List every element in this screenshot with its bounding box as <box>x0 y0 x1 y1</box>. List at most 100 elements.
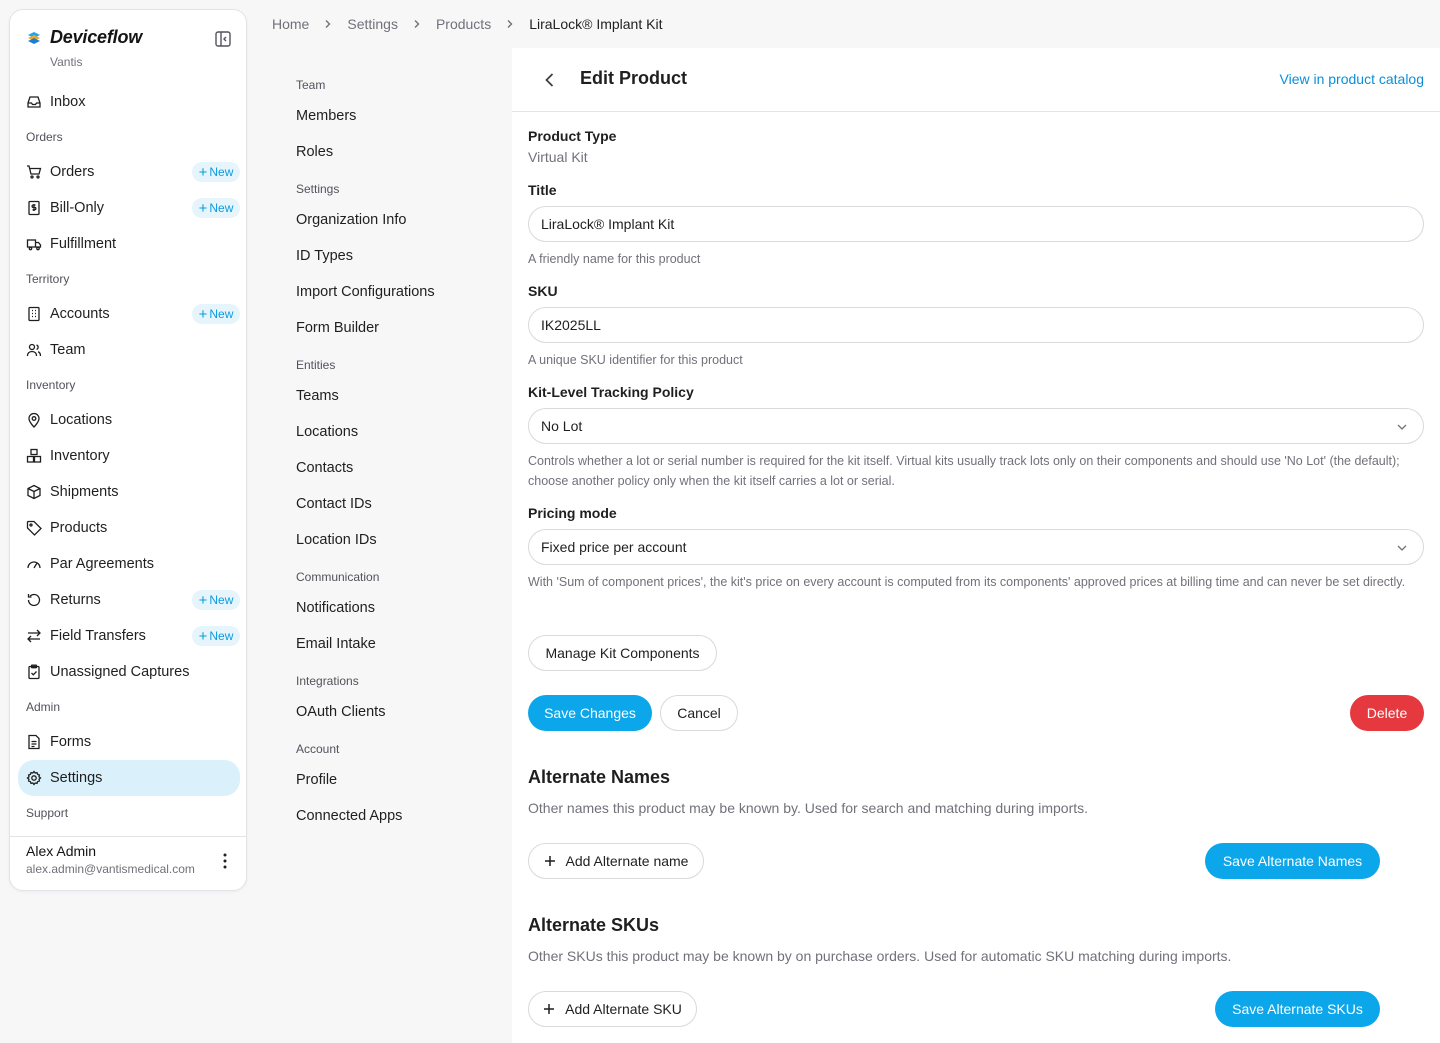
edit-product-panel: Edit Product View in product catalog Pro… <box>512 48 1440 1043</box>
package-icon <box>26 484 42 500</box>
subnav-section-settings: Settings <box>296 182 340 196</box>
breadcrumb-home[interactable]: Home <box>272 16 309 32</box>
map-pin-icon <box>26 412 42 428</box>
inbox-icon <box>26 94 42 110</box>
sidebar-item-label: Par Agreements <box>50 556 154 572</box>
new-field-transfer-button[interactable]: + New <box>192 626 240 646</box>
chevron-left-icon[interactable] <box>540 70 560 90</box>
plus-icon: + <box>198 591 208 609</box>
sidebar-item-fulfillment[interactable]: Fulfillment <box>18 226 240 262</box>
nav-section-support: Support <box>26 806 69 820</box>
subnav-item-contacts[interactable]: Contacts <box>266 450 504 486</box>
new-label: New <box>209 201 234 215</box>
tracking-policy-label: Kit-Level Tracking Policy <box>528 384 694 400</box>
sidebar-item-par-agreements[interactable]: Par Agreements <box>18 546 240 582</box>
subnav-section-integrations: Integrations <box>296 674 359 688</box>
new-order-button[interactable]: + New <box>192 162 240 182</box>
pricing-mode-helper: With 'Sum of component prices', the kit'… <box>528 575 1406 589</box>
new-label: New <box>209 629 234 643</box>
chevron-down-icon <box>1397 545 1407 551</box>
sku-helper: A unique SKU identifier for this product <box>528 353 743 367</box>
user-email: alex.admin@vantismedical.com <box>26 862 195 876</box>
save-alternate-names-button[interactable]: Save Alternate Names <box>1205 843 1380 879</box>
subnav-item-contact-ids[interactable]: Contact IDs <box>266 486 504 522</box>
sidebar-item-locations[interactable]: Locations <box>18 402 240 438</box>
subnav-item-location-ids[interactable]: Location IDs <box>266 522 504 558</box>
nav-section-territory: Territory <box>26 272 70 286</box>
sidebar-item-label: Forms <box>50 734 92 750</box>
alternate-skus-description: Other SKUs this product may be known by … <box>528 948 1232 964</box>
sidebar-item-label: Fulfillment <box>50 236 117 252</box>
sidebar-item-field-transfers[interactable]: Field Transfers + New <box>18 618 240 654</box>
add-alternate-sku-button[interactable]: Add Alternate SKU <box>528 991 697 1027</box>
subnav-item-members[interactable]: Members <box>266 98 504 134</box>
brand-name: Deviceflow <box>50 27 143 47</box>
users-icon <box>26 342 42 358</box>
new-return-button[interactable]: + New <box>192 590 240 610</box>
sidebar-item-label: Products <box>50 520 108 536</box>
chevron-right-icon <box>412 19 422 29</box>
building-icon <box>26 306 42 322</box>
page-title: Edit Product <box>580 68 687 88</box>
plus-icon <box>544 856 555 866</box>
sidebar-item-label: Returns <box>50 592 101 608</box>
subnav-item-organization-info[interactable]: Organization Info <box>266 202 504 238</box>
sidebar-item-team[interactable]: Team <box>18 332 240 368</box>
subnav-section-team: Team <box>296 78 326 92</box>
delete-button[interactable]: Delete <box>1350 695 1424 731</box>
sidebar-item-bill-only[interactable]: Bill-Only + New <box>18 190 240 226</box>
subnav-item-profile[interactable]: Profile <box>266 762 504 798</box>
sidebar-item-label: Locations <box>50 412 113 428</box>
save-alternate-skus-button[interactable]: Save Alternate SKUs <box>1215 991 1380 1027</box>
sidebar-item-products[interactable]: Products <box>18 510 240 546</box>
tag-icon <box>26 520 42 536</box>
sidebar-item-returns[interactable]: Returns + New <box>18 582 240 618</box>
breadcrumb-products[interactable]: Products <box>436 16 491 32</box>
sidebar-item-orders[interactable]: Orders + New <box>18 154 240 190</box>
sidebar-divider <box>10 836 246 837</box>
subnav-item-form-builder[interactable]: Form Builder <box>266 310 504 346</box>
more-vertical-icon[interactable] <box>220 852 230 870</box>
collapse-sidebar-icon[interactable] <box>214 30 232 48</box>
subnav-item-email-intake[interactable]: Email Intake <box>266 626 504 662</box>
cancel-button[interactable]: Cancel <box>660 695 738 731</box>
sidebar-item-unassigned-captures[interactable]: Unassigned Captures <box>18 654 240 690</box>
subnav-item-oauth-clients[interactable]: OAuth Clients <box>266 694 504 730</box>
sidebar-item-inventory[interactable]: Inventory <box>18 438 240 474</box>
breadcrumb: Home Settings Products LiraLock® Implant… <box>272 14 662 34</box>
sku-label: SKU <box>528 283 558 299</box>
sidebar-item-inbox[interactable]: Inbox <box>18 84 240 120</box>
plus-icon: + <box>198 199 208 217</box>
subnav-item-connected-apps[interactable]: Connected Apps <box>266 798 504 834</box>
save-changes-button[interactable]: Save Changes <box>528 695 652 731</box>
pricing-mode-value: Fixed price per account <box>541 539 687 555</box>
breadcrumb-settings[interactable]: Settings <box>347 16 398 32</box>
subnav-section-account: Account <box>296 742 340 756</box>
sidebar-item-settings[interactable]: Settings <box>18 760 240 796</box>
transfer-icon <box>26 628 42 644</box>
view-in-catalog-link[interactable]: View in product catalog <box>1280 71 1425 87</box>
subnav-item-roles[interactable]: Roles <box>266 134 504 170</box>
subnav-item-notifications[interactable]: Notifications <box>266 590 504 626</box>
sidebar-item-label: Inventory <box>50 448 110 464</box>
sidebar-item-forms[interactable]: Forms <box>18 724 240 760</box>
sidebar-item-label: Shipments <box>50 484 119 500</box>
plus-icon: + <box>198 163 208 181</box>
sidebar-item-accounts[interactable]: Accounts + New <box>18 296 240 332</box>
new-account-button[interactable]: + New <box>192 304 240 324</box>
sidebar-item-shipments[interactable]: Shipments <box>18 474 240 510</box>
title-input[interactable] <box>528 206 1424 242</box>
nav-section-inventory: Inventory <box>26 378 76 392</box>
manage-kit-components-button[interactable]: Manage Kit Components <box>528 635 717 671</box>
tracking-policy-select[interactable]: No Lot <box>528 408 1424 444</box>
subnav-item-teams[interactable]: Teams <box>266 378 504 414</box>
pricing-mode-select[interactable]: Fixed price per account <box>528 529 1424 565</box>
alternate-skus-title: Alternate SKUs <box>528 915 660 935</box>
add-alternate-name-button[interactable]: Add Alternate name <box>528 843 704 879</box>
tracking-policy-value: No Lot <box>541 418 583 434</box>
subnav-item-id-types[interactable]: ID Types <box>266 238 504 274</box>
new-bill-only-button[interactable]: + New <box>192 198 240 218</box>
subnav-item-locations[interactable]: Locations <box>266 414 504 450</box>
sku-input[interactable] <box>528 307 1424 343</box>
subnav-item-import-configurations[interactable]: Import Configurations <box>266 274 504 310</box>
